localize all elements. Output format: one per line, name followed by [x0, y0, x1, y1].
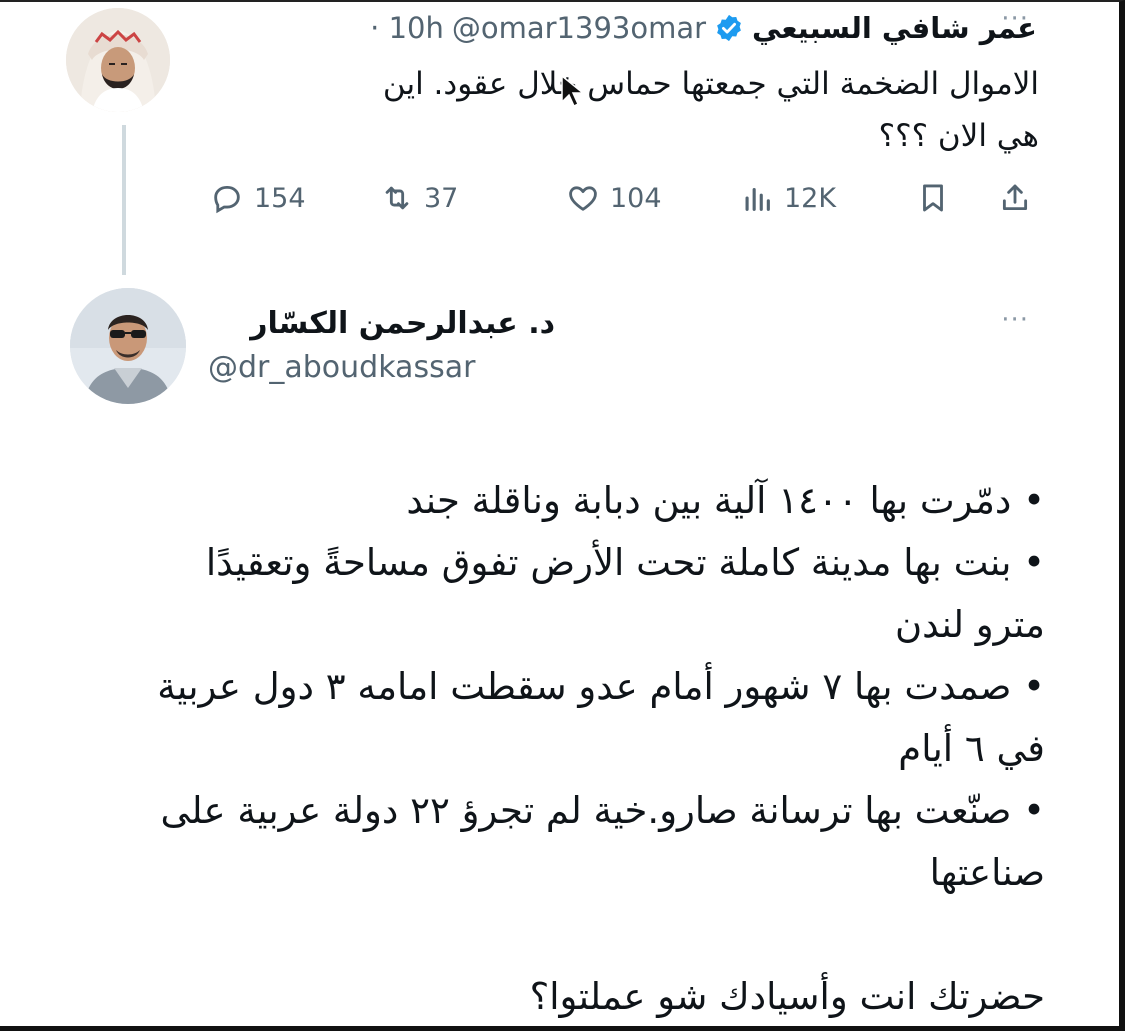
- like-button[interactable]: 104: [566, 176, 662, 220]
- tweet2-line: • صمدت بها ٧ شهور أمام عدو سقطت امامه ٣ …: [157, 665, 1045, 708]
- retweet-icon: [385, 186, 409, 210]
- views-button[interactable]: 12K: [740, 176, 836, 220]
- retweet-count: 37: [424, 182, 459, 214]
- tweet2-line: في ٦ أيام: [898, 727, 1045, 770]
- avatar-omar[interactable]: [66, 8, 170, 112]
- verified-badge-icon: [717, 14, 741, 42]
- tweet2-blank-line: [55, 904, 1045, 966]
- heart-icon: [569, 186, 597, 211]
- share-icon: [1002, 184, 1028, 211]
- bookmark-icon: [923, 184, 943, 212]
- tweet1-action-bar: 154 37 104 12K: [210, 176, 1044, 220]
- retweet-button[interactable]: 37: [380, 176, 458, 220]
- bookmark-button[interactable]: [916, 176, 950, 220]
- tweet2-more-icon[interactable]: ···: [1001, 305, 1029, 335]
- tweet2-body: • دمّرت بها ١٤٠٠ آلية بين دبابة وناقلة ج…: [55, 470, 1045, 1028]
- tweet1-more-icon[interactable]: ···: [1001, 4, 1029, 34]
- tweet2-author-name[interactable]: د. عبدالرحمن الكسّار: [250, 306, 555, 341]
- reply-icon: [214, 185, 240, 214]
- tweet2-handle[interactable]: @dr_aboudkassar: [208, 350, 475, 385]
- thread-line: [122, 125, 126, 275]
- reply-button[interactable]: 154: [210, 176, 306, 220]
- tweet1-header: · 10h @omar1393omar عمر شافي السبيعي: [370, 6, 1037, 50]
- tweet2-line: صناعتها: [929, 851, 1045, 894]
- like-count: 104: [610, 182, 662, 214]
- views-chart-icon: [745, 187, 770, 211]
- tweet1-text-line: هي الان ؟؟؟: [878, 118, 1039, 154]
- avatar-aboudkassar[interactable]: [70, 288, 186, 404]
- tweet1-text: الاموال الضخمة التي جمعتها حماس خلال عقو…: [159, 58, 1039, 162]
- mouse-cursor-icon: [561, 74, 586, 108]
- share-button[interactable]: [998, 176, 1032, 220]
- tweet1-handle[interactable]: @omar1393omar: [452, 11, 706, 45]
- tweet1-text-line: الاموال الضخمة التي جمعتها حماس خلال عقو…: [382, 66, 1039, 102]
- tweet2-line: • دمّرت بها ١٤٠٠ آلية بين دبابة وناقلة ج…: [406, 479, 1045, 522]
- views-count: 12K: [784, 182, 837, 214]
- tweet2-line: • صنّعت بها ترسانة صارو.خية لم تجرؤ ٢٢ د…: [160, 789, 1045, 832]
- tweet1-author-name[interactable]: عمر شافي السبيعي: [752, 11, 1037, 45]
- tweet2-line: حضرتك انت وأسيادك شو عملتوا؟: [529, 975, 1045, 1018]
- tweet2-line: • بنت بها مدينة كاملة تحت الأرض تفوق مسا…: [205, 541, 1045, 584]
- reply-count: 154: [254, 182, 306, 214]
- tweet2-line: مترو لندن: [894, 603, 1045, 646]
- tweet1-time[interactable]: · 10h: [370, 11, 444, 45]
